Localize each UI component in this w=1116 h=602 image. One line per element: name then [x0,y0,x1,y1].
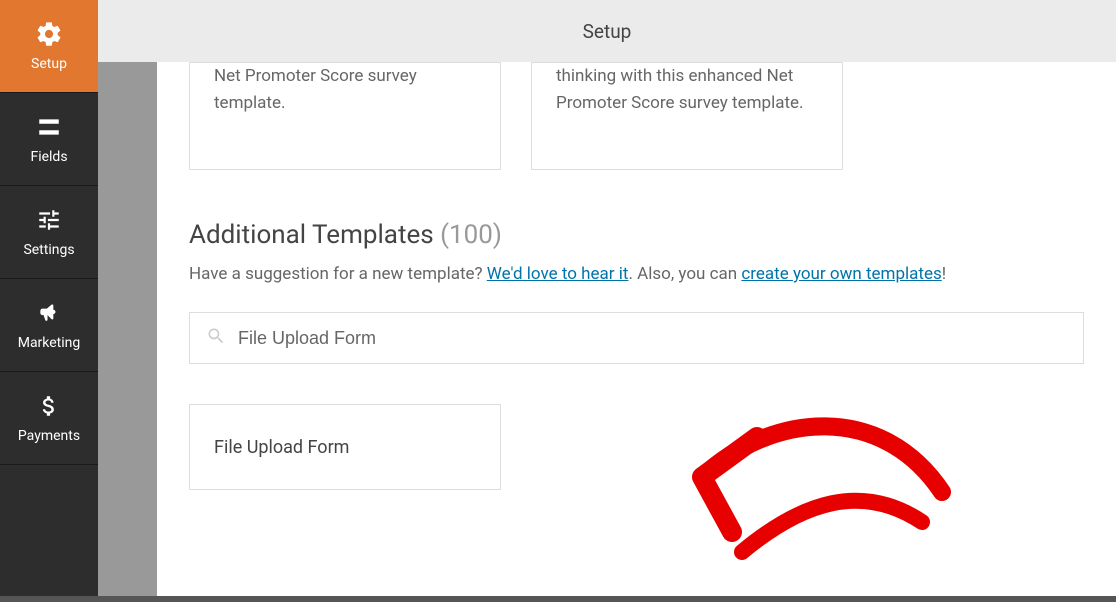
main-panel: Net Promoter Score survey template. thin… [157,62,1116,596]
list-icon [35,113,63,141]
card-text: Net Promoter Score survey template. [214,66,417,113]
search-input[interactable] [238,328,1067,349]
sidebar-item-settings[interactable]: Settings [0,186,98,279]
template-result-label: File Upload Form [214,437,349,458]
suggest-mid: . Also, you can [628,264,741,284]
sliders-icon [35,206,63,234]
suggest-text: Have a suggestion for a new template? We… [189,264,1084,284]
bullhorn-icon [35,299,63,327]
sidebar: Setup Fields Settings Marketing Payments [0,0,98,596]
suggest-link-create[interactable]: create your own templates [741,264,941,284]
sidebar-item-marketing[interactable]: Marketing [0,279,98,372]
topbar-title: Setup [583,20,632,43]
topbar: Setup [98,0,1116,62]
suggest-prefix: Have a suggestion for a new template? [189,264,487,284]
sidebar-item-label: Fields [30,149,67,165]
suggest-suffix: ! [942,264,946,284]
heading-text: Additional Templates [189,220,434,250]
template-result-file-upload[interactable]: File Upload Form [189,404,501,490]
template-cards-row: Net Promoter Score survey template. thin… [189,62,1084,170]
template-count: (100) [440,220,502,250]
gear-icon [35,20,63,48]
sidebar-item-label: Marketing [18,335,81,351]
annotation-arrow [682,382,982,602]
sidebar-item-payments[interactable]: Payments [0,372,98,465]
search-icon [206,326,226,350]
sidebar-item-label: Setup [31,56,67,72]
template-card-nps[interactable]: Net Promoter Score survey template. [189,62,501,170]
sidebar-item-label: Settings [23,242,74,258]
additional-templates-heading: Additional Templates (100) [189,220,1084,250]
sidebar-item-fields[interactable]: Fields [0,93,98,186]
sidebar-item-label: Payments [18,428,80,444]
template-search-box[interactable] [189,312,1084,364]
sidebar-item-setup[interactable]: Setup [0,0,98,93]
card-text: thinking with this enhanced Net Promoter… [556,66,804,113]
suggest-link-hear[interactable]: We'd love to hear it [487,264,629,284]
dollar-icon [35,392,63,420]
template-card-nps-enhanced[interactable]: thinking with this enhanced Net Promoter… [531,62,843,170]
